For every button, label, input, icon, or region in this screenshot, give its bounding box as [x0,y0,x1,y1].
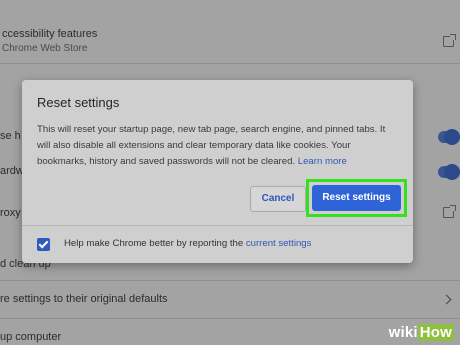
restore-settings-row[interactable]: re settings to their original defaults [0,293,460,305]
divider [0,280,460,281]
toggle-switch[interactable] [438,129,460,145]
dialog-description: This will reset your startup page, new t… [37,122,399,170]
report-settings-checkbox[interactable] [37,238,50,251]
divider [0,318,460,319]
open-external-icon[interactable] [443,205,456,218]
open-external-icon[interactable] [443,34,456,47]
reset-settings-button[interactable]: Reset settings [312,185,401,211]
toggle-switch[interactable] [438,164,460,180]
report-settings-text: Help make Chrome better by reporting the [64,238,244,249]
accessibility-features-title: ccessibility features [2,28,98,40]
accessibility-features-row[interactable]: ccessibility features Chrome Web Store [2,28,460,54]
divider [0,63,460,64]
reset-settings-dialog: Reset settings This will reset your star… [22,80,413,263]
wikihow-watermark: wiki How [389,324,454,341]
learn-more-link[interactable]: Learn more [298,156,347,167]
dialog-title: Reset settings [37,95,120,110]
chrome-web-store-subtitle: Chrome Web Store [2,43,88,54]
cancel-button[interactable]: Cancel [250,186,306,212]
report-settings-label: Help make Chrome better by reporting the… [64,238,311,249]
current-settings-link[interactable]: current settings [246,238,312,249]
watermark-wiki: wiki [388,324,418,341]
watermark-how: How [417,324,454,341]
dialog-footer: Help make Chrome better by reporting the… [22,225,413,264]
